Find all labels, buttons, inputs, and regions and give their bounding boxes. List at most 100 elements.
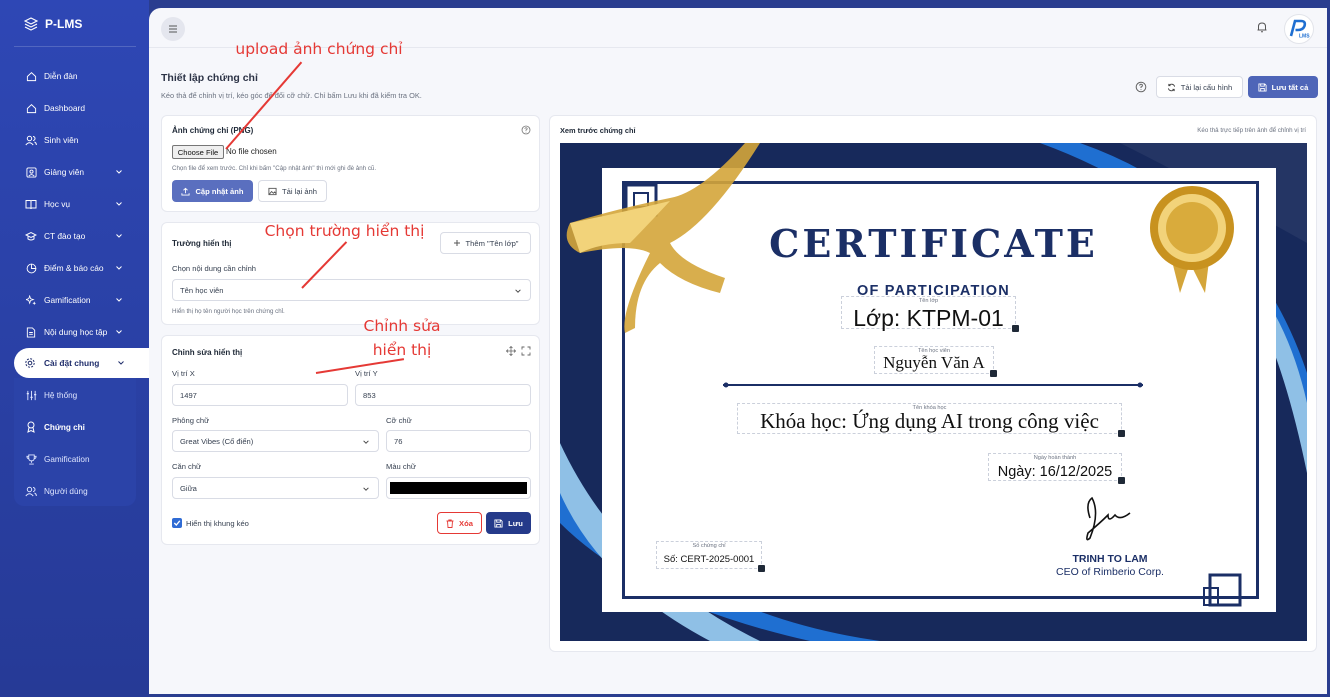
award-icon	[24, 420, 38, 434]
signer-name: TRINH TO LAM	[1072, 553, 1148, 565]
page-subtitle: Kéo thả để chỉnh vị trí, kéo góc để đổi …	[161, 91, 422, 100]
help-circle-icon[interactable]	[1135, 81, 1147, 93]
floppy-icon	[1258, 82, 1267, 92]
certificate-canvas[interactable]: CERTIFICATE OF PARTICIPATION Tên lớp Lớp…	[560, 143, 1307, 641]
delete-button[interactable]: Xóa	[437, 512, 482, 534]
button-label: Lưu tất cả	[1271, 82, 1309, 92]
font-label: Phông chữ	[172, 416, 210, 425]
resize-handle[interactable]	[758, 565, 765, 572]
sidebar-item-general-settings[interactable]: Cài đặt chung	[14, 348, 149, 378]
select-value: Tên học viên	[180, 285, 224, 295]
save-button[interactable]: Lưu	[486, 512, 531, 534]
reload-config-button[interactable]: Tải lại cấu hình	[1156, 76, 1243, 98]
sidebar-item-label: Dashboard	[44, 103, 85, 113]
upload-card: Ảnh chứng chỉ (PNG) Choose File No file …	[161, 115, 540, 212]
certificate-heading: CERTIFICATE	[769, 221, 1098, 266]
resize-handle[interactable]	[990, 370, 997, 377]
course-name-overlay[interactable]: Tên khóa học Khóa học: Ứng dụng AI trong…	[737, 403, 1125, 437]
menu-toggle-button[interactable]	[161, 17, 185, 41]
gear-icon	[24, 356, 36, 374]
brand-name: P-LMS	[45, 17, 83, 31]
text-color-picker[interactable]	[386, 477, 531, 499]
show-frame-checkbox[interactable]	[172, 518, 182, 528]
update-image-button[interactable]: Cập nhật ảnh	[172, 180, 253, 202]
document-icon	[24, 325, 38, 339]
users-icon	[24, 133, 38, 147]
resize-handle[interactable]	[1118, 430, 1125, 437]
settings-submenu: Hệ thống Chứng chỉ Gamification Người dù…	[14, 378, 136, 506]
chevron-down-icon	[116, 234, 122, 238]
check-icon	[173, 520, 181, 526]
sidebar-item-learning-content[interactable]: Nội dung học tập	[14, 320, 136, 344]
upload-hint: Chọn file để xem trước. Chỉ khi bấm "Cập…	[172, 165, 377, 172]
image-icon	[268, 187, 277, 195]
color-label: Màu chữ	[386, 462, 416, 471]
sidebar-item-curriculum[interactable]: CT đào tạo	[14, 224, 136, 248]
svg-text:LMS: LMS	[1299, 34, 1310, 40]
x-position-input[interactable]: 1497	[172, 384, 348, 406]
help-circle-icon[interactable]	[521, 125, 531, 135]
button-label: Tải lại ảnh	[281, 186, 318, 196]
divider	[14, 46, 136, 47]
move-icon[interactable]	[506, 346, 516, 356]
home-icon	[24, 69, 38, 83]
overlay-value: Số: CERT-2025-0001	[663, 554, 755, 565]
sidebar-item-forum[interactable]: Diễn đàn	[14, 64, 136, 88]
align-select[interactable]: Giữa	[172, 477, 379, 499]
add-class-name-button[interactable]: Thêm "Tên lớp"	[440, 232, 531, 254]
select-value: Great Vibes (Cổ điển)	[180, 436, 254, 446]
avatar[interactable]: LMS	[1284, 14, 1314, 44]
font-size-input[interactable]: 76	[386, 430, 531, 452]
preview-hint: Kéo thả trực tiếp trên ảnh để chỉnh vị t…	[1197, 127, 1306, 134]
sidebar-item-dashboard[interactable]: Dashboard	[14, 96, 136, 120]
y-position-input[interactable]: 853	[355, 384, 531, 406]
refresh-icon	[1167, 83, 1175, 91]
certificate-number-overlay[interactable]: Số chứng chỉ Số: CERT-2025-0001	[656, 541, 765, 572]
display-field-title: Trường hiển thị	[172, 239, 232, 248]
main-content: LMS Thiết lập chứng chỉ Kéo thả để chỉnh…	[149, 8, 1327, 694]
bell-icon[interactable]	[1255, 20, 1269, 34]
annotation-upload: upload ảnh chứng chỉ	[235, 40, 403, 58]
resize-handle[interactable]	[1118, 477, 1125, 484]
overlay-label: Ngày hoàn thành	[1033, 455, 1077, 461]
pie-chart-icon	[24, 261, 38, 275]
sparkles-icon	[24, 293, 38, 307]
brand[interactable]: P-LMS	[24, 17, 82, 31]
submenu-item-certificates[interactable]: Chứng chỉ	[14, 415, 136, 439]
id-card-icon	[24, 165, 38, 179]
trophy-icon	[24, 452, 38, 466]
reload-image-button[interactable]: Tải lại ảnh	[258, 180, 327, 202]
sidebar-item-grades-reports[interactable]: Điểm & báo cáo	[14, 256, 136, 280]
fullscreen-icon[interactable]	[521, 346, 531, 356]
class-name-overlay[interactable]: Tên lớp Lớp: KTPM-01	[841, 296, 1019, 332]
sidebar-item-lecturers[interactable]: Giảng viên	[14, 160, 136, 184]
sidebar-item-label: CT đào tạo	[44, 231, 86, 241]
save-all-button[interactable]: Lưu tất cả	[1248, 76, 1318, 98]
submenu-item-users[interactable]: Người dùng	[14, 479, 136, 503]
field-select[interactable]: Tên học viên	[172, 279, 531, 301]
y-label: Vị trí Y	[355, 369, 378, 378]
font-select[interactable]: Great Vibes (Cổ điển)	[172, 430, 379, 452]
book-icon	[24, 197, 38, 211]
overlay-value: Lớp: KTPM-01	[853, 305, 1004, 331]
sidebar-item-gamification[interactable]: Gamification	[14, 288, 136, 312]
completion-date-overlay[interactable]: Ngày hoàn thành Ngày: 16/12/2025	[988, 453, 1125, 484]
color-swatch	[390, 482, 527, 494]
field-hint: Hiển thị họ tên người học trên chứng chỉ…	[172, 308, 285, 315]
chevron-down-icon	[116, 330, 122, 334]
student-name-overlay[interactable]: Tên học viên Nguyễn Văn A	[874, 346, 997, 377]
submenu-item-label: Gamification	[44, 454, 90, 464]
upload-icon	[181, 187, 190, 196]
chevron-down-icon	[116, 298, 122, 302]
sidebar-item-label: Sinh viên	[44, 135, 79, 145]
chevron-down-icon	[116, 266, 122, 270]
submenu-item-system[interactable]: Hệ thống	[14, 383, 136, 407]
x-label: Vị trí X	[172, 369, 195, 378]
annotation-choose-field: Chọn trường hiển thị	[264, 222, 425, 240]
choose-file-button[interactable]: Choose File	[172, 145, 224, 159]
submenu-item-gamification[interactable]: Gamification	[14, 447, 136, 471]
sidebar-item-academic[interactable]: Học vụ	[14, 192, 136, 216]
resize-handle[interactable]	[1012, 325, 1019, 332]
select-value: Giữa	[180, 483, 197, 493]
sidebar-item-students[interactable]: Sinh viên	[14, 128, 136, 152]
